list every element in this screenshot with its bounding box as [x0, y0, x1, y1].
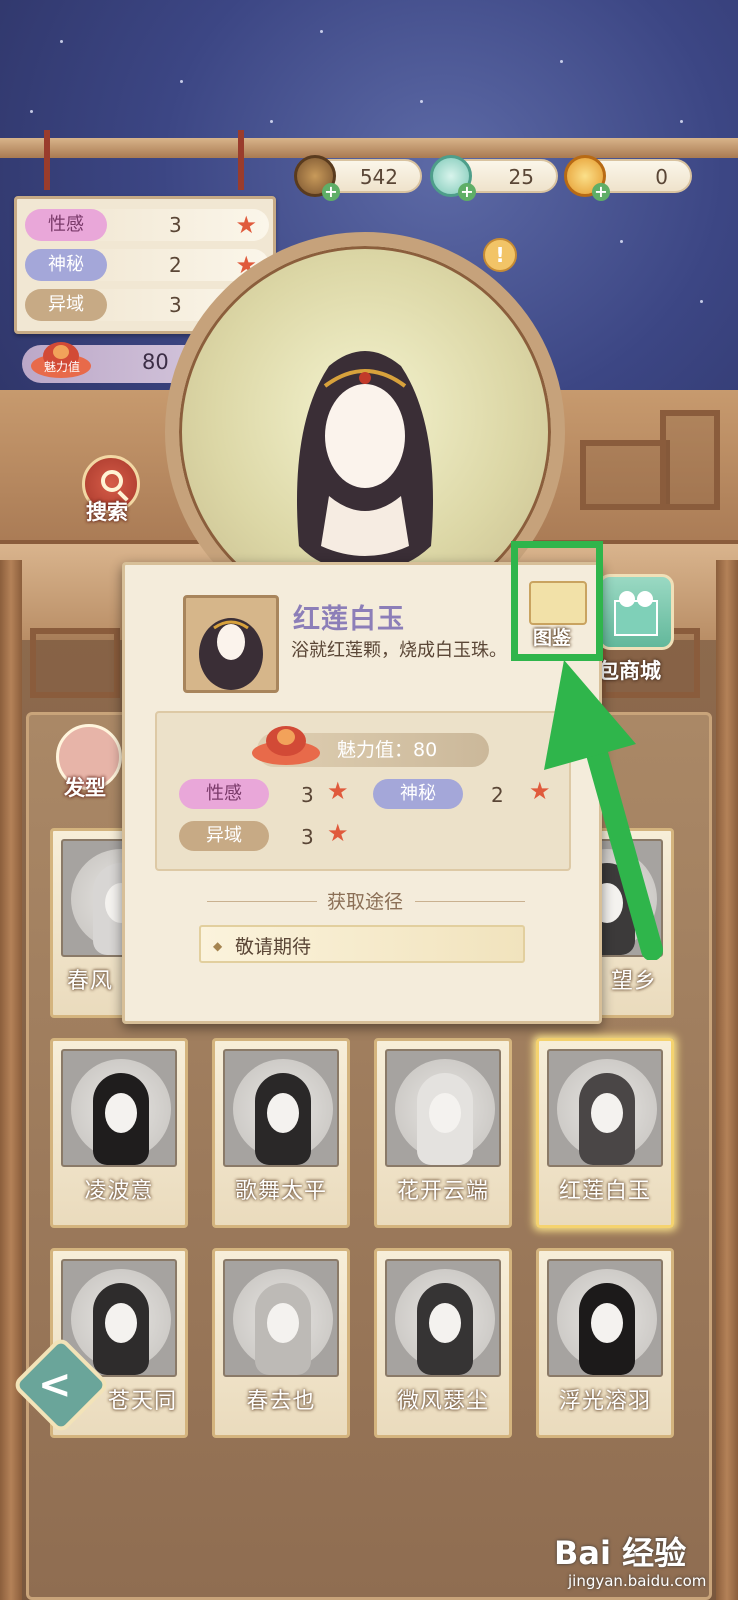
- item-thumbnail: [183, 595, 279, 693]
- attribute-value: 2: [491, 783, 504, 807]
- window-lattice: [580, 440, 670, 510]
- attribute-tag: 神秘: [373, 779, 463, 809]
- hairstyle-card[interactable]: 凌波意: [50, 1038, 188, 1228]
- currency-value: 25: [508, 165, 534, 189]
- star-icon: ★: [327, 777, 349, 805]
- card-thumbnail: [547, 1259, 663, 1377]
- hairstyle-card-selected[interactable]: 红莲白玉: [536, 1038, 674, 1228]
- search-label: 搜索: [86, 500, 128, 524]
- hairstyle-card[interactable]: 浮光溶羽: [536, 1248, 674, 1438]
- currency-value: 0: [655, 165, 668, 189]
- add-icon[interactable]: +: [458, 183, 476, 201]
- card-thumbnail: [223, 1049, 339, 1167]
- watermark-brand: Bai 经验: [554, 1534, 687, 1572]
- attribute-value: 3: [301, 825, 314, 849]
- arrow-icon: [544, 660, 663, 960]
- item-attribute-panel: 魅力值：80 性感 3 ★ 神秘 2 ★ 异域 3 ★: [155, 711, 571, 871]
- alert-icon[interactable]: !: [483, 238, 517, 272]
- card-thumbnail: [385, 1049, 501, 1167]
- card-name: 春去也: [246, 1389, 316, 1414]
- add-icon[interactable]: +: [322, 183, 340, 201]
- card-thumbnail: [385, 1259, 501, 1377]
- charm-label: 魅力值: [44, 360, 81, 374]
- card-name: 浮光溶羽: [558, 1389, 651, 1414]
- card-name: 凌波意: [84, 1179, 154, 1204]
- gift-box-icon: [614, 591, 658, 636]
- add-icon[interactable]: +: [592, 183, 610, 201]
- source-title: 获取途径: [326, 891, 403, 913]
- card-name: 微风瑟尘: [396, 1389, 489, 1414]
- attribute-value: 3: [169, 213, 182, 237]
- shop-button[interactable]: [598, 574, 674, 650]
- card-name: 红莲白玉: [558, 1179, 651, 1204]
- attribute-tag: 异域: [25, 289, 107, 321]
- attribute-tag: 神秘: [25, 249, 107, 281]
- hairstyle-card[interactable]: 歌舞太平: [212, 1038, 350, 1228]
- currency-value: 542: [359, 165, 398, 189]
- attribute-tag: 异域: [179, 821, 269, 851]
- card-thumbnail: [223, 1259, 339, 1377]
- hair-tab-label: 发型: [64, 776, 106, 800]
- attribute-value: 3: [301, 783, 314, 807]
- codex-highlight-box: [511, 541, 603, 661]
- hairstyle-card[interactable]: 微风瑟尘: [374, 1248, 512, 1438]
- back-chevron-icon: <: [38, 1362, 72, 1408]
- divider: [415, 901, 525, 902]
- source-text: 敬请期待: [235, 936, 312, 958]
- peony-icon: [252, 726, 320, 765]
- charm-value: 80: [142, 350, 169, 374]
- card-name: 歌舞太平: [234, 1179, 327, 1204]
- item-title: 红莲白玉: [293, 604, 405, 635]
- attribute-tag: 性感: [179, 779, 269, 809]
- window-lattice: [30, 628, 120, 698]
- hairstyle-card[interactable]: 花开云端: [374, 1038, 512, 1228]
- charm-text: 魅力值：80: [337, 739, 438, 761]
- hanger-rod: [44, 130, 50, 190]
- star-icon: ★: [327, 819, 349, 847]
- attribute-tag: 性感: [25, 209, 107, 241]
- card-name: 花开云端: [396, 1179, 489, 1204]
- card-thumbnail: [547, 1049, 663, 1167]
- currency-coin[interactable]: + 542: [294, 155, 422, 201]
- star-icon: ★: [235, 211, 257, 239]
- bullet-icon: ◆: [213, 939, 223, 953]
- pillar-left: [0, 560, 22, 1600]
- card-thumbnail: [61, 1049, 177, 1167]
- source-item[interactable]: ◆ 敬请期待: [199, 925, 525, 963]
- search-icon: [101, 470, 123, 492]
- top-beam: [0, 138, 738, 158]
- hanger-rod: [238, 130, 244, 190]
- pillar-right: [716, 560, 738, 1600]
- hairstyle-card[interactable]: 春去也: [212, 1248, 350, 1438]
- window-lattice: [660, 410, 720, 510]
- currency-jade[interactable]: + 25: [430, 155, 558, 201]
- attribute-row: 性感 3 ★: [25, 209, 269, 241]
- watermark-url: jingyan.baidu.com: [568, 1572, 707, 1590]
- currency-gold[interactable]: + 0: [564, 155, 692, 201]
- item-description: 浴就红莲颗，烧成白玉珠。: [291, 640, 507, 661]
